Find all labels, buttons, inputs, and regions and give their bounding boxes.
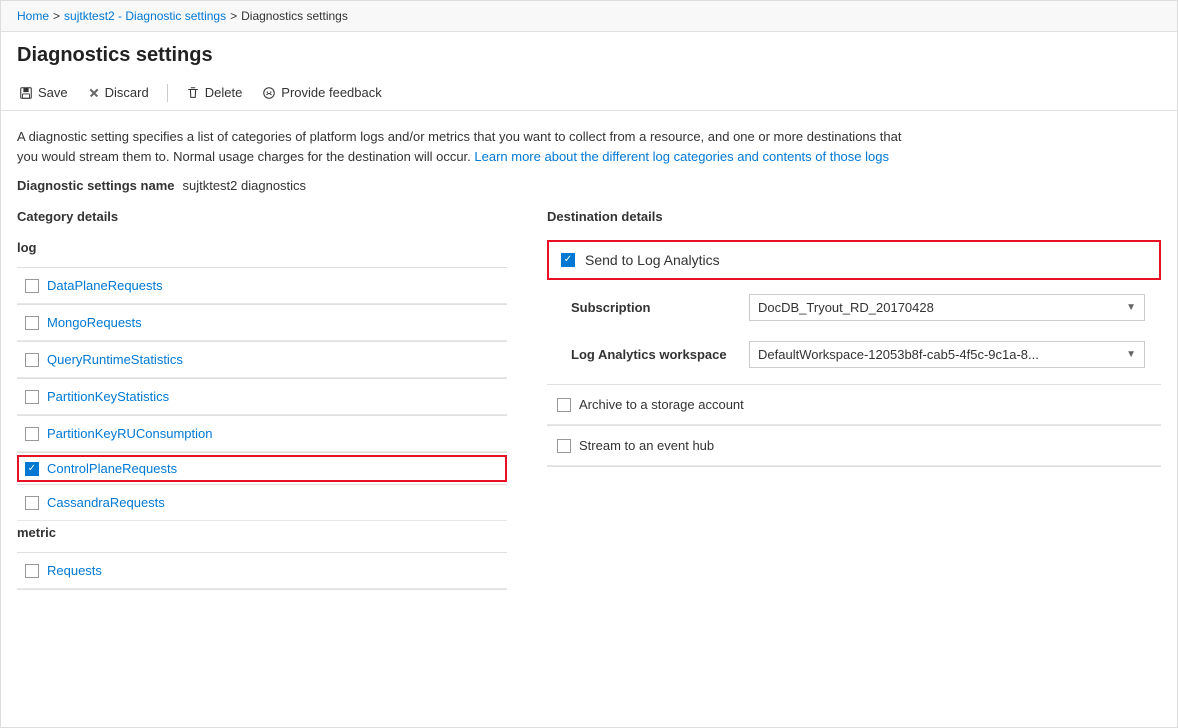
partition-key-ru-checkbox[interactable] (25, 427, 39, 441)
toolbar: Save Discard Delete Provide feedback (1, 75, 1177, 111)
log-section-label: log (17, 236, 507, 259)
feedback-icon (262, 86, 276, 100)
breadcrumb-home[interactable]: Home (17, 9, 49, 23)
archive-storage-checkbox[interactable] (557, 398, 571, 412)
page-container: Home > sujtktest2 - Diagnostic settings … (0, 0, 1178, 728)
save-label: Save (38, 85, 68, 100)
log-analytics-dropdown-icon: ▼ (1126, 349, 1136, 360)
subscription-label: Subscription (571, 300, 741, 315)
settings-name-value: sujtktest2 diagnostics (182, 178, 306, 193)
discard-label: Discard (105, 85, 149, 100)
subscription-row: Subscription DocDB_Tryout_RD_20170428 ▼ (547, 280, 1161, 331)
stream-event-hub-row: Stream to an event hub (547, 426, 1161, 466)
query-runtime-label: QueryRuntimeStatistics (47, 352, 183, 367)
subscription-select[interactable]: DocDB_Tryout_RD_20170428 ▼ (749, 294, 1145, 321)
breadcrumb-parent[interactable]: sujtktest2 - Diagnostic settings (64, 9, 226, 23)
settings-name-row: Diagnostic settings name sujtktest2 diag… (17, 178, 1161, 193)
feedback-button[interactable]: Provide feedback (260, 81, 383, 104)
cassandra-requests-checkbox[interactable] (25, 496, 39, 510)
subscription-dropdown-icon: ▼ (1126, 302, 1136, 313)
two-col-layout: Category details log DataPlaneRequests M… (17, 209, 1161, 590)
discard-icon (88, 87, 100, 99)
list-item: QueryRuntimeStatistics (17, 342, 507, 378)
query-runtime-checkbox[interactable] (25, 353, 39, 367)
list-item: MongoRequests (17, 305, 507, 341)
send-to-log-analytics-highlighted: Send to Log Analytics (547, 240, 1161, 280)
stream-event-hub-label: Stream to an event hub (579, 438, 714, 453)
data-plane-checkbox[interactable] (25, 279, 39, 293)
category-details-header: Category details (17, 209, 507, 224)
delete-icon (186, 86, 200, 100)
metric-section-label: metric (17, 521, 507, 544)
toolbar-separator (167, 84, 168, 102)
partition-key-stats-label: PartitionKeyStatistics (47, 389, 169, 404)
list-item: PartitionKeyStatistics (17, 379, 507, 415)
breadcrumb-sep2: > (230, 9, 237, 23)
list-item: DataPlaneRequests (17, 268, 507, 304)
list-item: PartitionKeyRUConsumption (17, 416, 507, 452)
description-text: A diagnostic setting specifies a list of… (17, 127, 917, 166)
cassandra-requests-label: CassandraRequests (47, 495, 165, 510)
log-analytics-workspace-value: DefaultWorkspace-12053b8f-cab5-4f5c-9c1a… (758, 347, 1122, 362)
breadcrumb-sep1: > (53, 9, 60, 23)
requests-metric-label: Requests (47, 563, 102, 578)
save-icon (19, 86, 33, 100)
mongo-requests-checkbox[interactable] (25, 316, 39, 330)
feedback-label: Provide feedback (281, 85, 381, 100)
partition-key-stats-checkbox[interactable] (25, 390, 39, 404)
stream-event-hub-checkbox[interactable] (557, 439, 571, 453)
destination-details-header: Destination details (547, 209, 1161, 224)
delete-button[interactable]: Delete (184, 81, 245, 104)
save-button[interactable]: Save (17, 81, 70, 104)
data-plane-label: DataPlaneRequests (47, 278, 163, 293)
subscription-select-value: DocDB_Tryout_RD_20170428 (758, 300, 1122, 315)
partition-key-ru-label: PartitionKeyRUConsumption (47, 426, 212, 441)
mongo-requests-label: MongoRequests (47, 315, 142, 330)
control-plane-label: ControlPlaneRequests (47, 461, 177, 476)
list-item: Requests (17, 553, 507, 589)
settings-name-label: Diagnostic settings name (17, 178, 174, 193)
control-plane-checkbox[interactable] (25, 462, 39, 476)
send-log-analytics-label: Send to Log Analytics (585, 252, 720, 268)
breadcrumb: Home > sujtktest2 - Diagnostic settings … (1, 1, 1177, 32)
main-content: A diagnostic setting specifies a list of… (1, 111, 1177, 606)
left-column: Category details log DataPlaneRequests M… (17, 209, 527, 590)
page-title: Diagnostics settings (1, 32, 1177, 75)
archive-storage-label: Archive to a storage account (579, 397, 744, 412)
control-plane-highlighted-row: ControlPlaneRequests (17, 455, 507, 482)
log-analytics-label: Log Analytics workspace (571, 347, 741, 362)
description-link[interactable]: Learn more about the different log categ… (474, 149, 889, 164)
log-analytics-workspace-row: Log Analytics workspace DefaultWorkspace… (547, 331, 1161, 384)
archive-storage-row: Archive to a storage account (547, 385, 1161, 425)
log-analytics-workspace-select[interactable]: DefaultWorkspace-12053b8f-cab5-4f5c-9c1a… (749, 341, 1145, 368)
send-log-analytics-checkbox[interactable] (561, 253, 575, 267)
right-column: Destination details Send to Log Analytic… (527, 209, 1161, 590)
list-item: CassandraRequests (17, 485, 507, 521)
breadcrumb-current: Diagnostics settings (241, 9, 348, 23)
discard-button[interactable]: Discard (86, 81, 151, 104)
requests-metric-checkbox[interactable] (25, 564, 39, 578)
delete-label: Delete (205, 85, 243, 100)
